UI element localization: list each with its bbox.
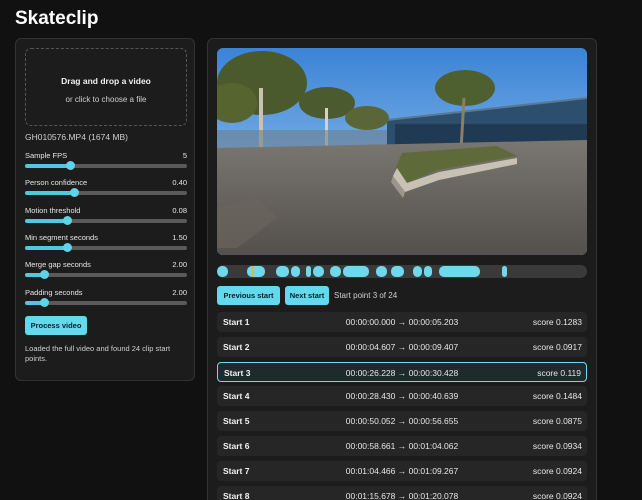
slider-thumb[interactable] <box>63 243 73 252</box>
timeline-segment[interactable] <box>413 266 423 277</box>
timeline-segment[interactable] <box>313 266 325 277</box>
timeline-segment[interactable] <box>390 266 404 277</box>
timeline-cursor[interactable] <box>252 266 255 277</box>
timeline-segment[interactable] <box>342 266 369 277</box>
slider-value: 1.50 <box>172 233 187 242</box>
timeline-segment[interactable] <box>424 266 432 277</box>
timeline-segment[interactable] <box>276 266 290 277</box>
clip-score: score 0.1283 <box>532 317 582 327</box>
slider-thumb[interactable] <box>63 216 73 225</box>
slider-label: Min segment seconds <box>25 233 98 242</box>
slider-value: 0.40 <box>172 178 187 187</box>
clip-range: 00:01:15.678 → 00:01:20.078 <box>345 490 459 500</box>
slider-track[interactable] <box>25 243 187 252</box>
clip-range: 00:00:00.000 → 00:00:05.203 <box>345 317 459 327</box>
clip-timeline[interactable] <box>217 265 587 278</box>
clip-score: score 0.0924 <box>532 490 582 500</box>
clip-score: score 0.0924 <box>532 465 582 476</box>
dropzone-subtitle: or click to choose a file <box>65 95 147 104</box>
slider-person-confidence: Person confidence 0.40 <box>25 178 187 202</box>
slider-value: 5 <box>182 151 187 160</box>
clip-row[interactable]: Start 6 00:00:58.661 → 00:01:04.062 scor… <box>217 435 587 456</box>
clip-row[interactable]: Start 3 00:00:26.228 → 00:00:30.428 scor… <box>217 361 587 382</box>
clip-row[interactable]: Start 7 00:01:04.466 → 00:01:09.267 scor… <box>217 460 587 481</box>
slider-thumb[interactable] <box>40 298 50 307</box>
slider-label: Padding seconds <box>25 288 83 297</box>
slider-label: Sample FPS <box>25 151 68 160</box>
clips-panel: Previous start Next start Start point 3 … <box>207 38 597 500</box>
slider-merge-gap-seconds: Merge gap seconds 2.00 <box>25 260 187 284</box>
slider-track[interactable] <box>25 298 187 307</box>
settings-panel: Drag and drop a video or click to choose… <box>15 38 195 381</box>
clip-score: score 0.0917 <box>532 341 582 352</box>
slider-value: 0.08 <box>172 206 187 215</box>
slider-padding-seconds: Padding seconds 2.00 <box>25 288 187 312</box>
timeline-segment[interactable] <box>246 266 266 277</box>
clip-row[interactable]: Start 8 00:01:15.678 → 00:01:20.078 scor… <box>217 485 587 500</box>
slider-min-segment-seconds: Min segment seconds 1.50 <box>25 233 187 257</box>
clip-range: 00:00:04.607 → 00:00:09.407 <box>345 341 459 352</box>
video-preview[interactable] <box>217 48 587 255</box>
slider-track[interactable] <box>25 270 187 279</box>
process-video-button[interactable]: Process video <box>25 316 87 335</box>
slider-label: Merge gap seconds <box>25 260 91 269</box>
clip-range: 00:01:04.466 → 00:01:09.267 <box>345 465 459 476</box>
clip-score: score 0.1484 <box>532 391 582 402</box>
app-title: Skateclip <box>15 8 99 29</box>
timeline-segment[interactable] <box>376 266 388 277</box>
slider-label: Motion threshold <box>25 206 81 215</box>
clip-score: score 0.119 <box>537 367 581 378</box>
slider-value: 2.00 <box>172 288 187 297</box>
video-frame-image <box>217 48 587 255</box>
video-dropzone[interactable]: Drag and drop a video or click to choose… <box>25 48 187 126</box>
slider-track[interactable] <box>25 188 187 197</box>
status-message: Loaded the full video and found 24 clip … <box>25 344 171 363</box>
timeline-segment[interactable] <box>291 266 301 277</box>
timeline-segment[interactable] <box>501 266 508 277</box>
clip-row[interactable]: Start 1 00:00:00.000 → 00:00:05.203 scor… <box>217 312 587 332</box>
slider-thumb[interactable] <box>40 270 50 279</box>
clip-range: 00:00:26.228 → 00:00:30.428 <box>345 367 459 378</box>
clip-range: 00:00:28.430 → 00:00:40.639 <box>345 391 459 402</box>
previous-start-button[interactable]: Previous start <box>217 286 280 305</box>
timeline-segment[interactable] <box>217 266 229 277</box>
clip-range: 00:00:50.052 → 00:00:56.655 <box>345 416 459 427</box>
timeline-segment[interactable] <box>329 266 341 277</box>
timeline-segment[interactable] <box>305 266 312 277</box>
slider-track[interactable] <box>25 216 187 225</box>
slider-track[interactable] <box>25 161 187 170</box>
slider-thumb[interactable] <box>66 161 76 170</box>
slider-label: Person confidence <box>25 178 88 187</box>
clip-score: score 0.0934 <box>532 440 582 451</box>
slider-sample-fps: Sample FPS 5 <box>25 151 187 175</box>
clip-row[interactable]: Start 5 00:00:50.052 → 00:00:56.655 scor… <box>217 411 587 432</box>
slider-thumb[interactable] <box>69 188 79 197</box>
clip-row[interactable]: Start 4 00:00:28.430 → 00:00:40.639 scor… <box>217 386 587 407</box>
start-point-indicator: Start point 3 of 24 <box>334 291 398 300</box>
selected-filename: GH010576.MP4 (1674 MB) <box>25 132 128 142</box>
slider-motion-threshold: Motion threshold 0.08 <box>25 206 187 230</box>
next-start-button[interactable]: Next start <box>285 286 329 305</box>
slider-value: 2.00 <box>172 260 187 269</box>
dropzone-title: Drag and drop a video <box>61 76 151 86</box>
clip-list: Start 1 00:00:00.000 → 00:00:05.203 scor… <box>217 312 587 500</box>
clip-score: score 0.0875 <box>532 416 582 427</box>
timeline-segment[interactable] <box>439 266 480 277</box>
clip-range: 00:00:58.661 → 00:01:04.062 <box>345 440 459 451</box>
clip-row[interactable]: Start 2 00:00:04.607 → 00:00:09.407 scor… <box>217 336 587 357</box>
